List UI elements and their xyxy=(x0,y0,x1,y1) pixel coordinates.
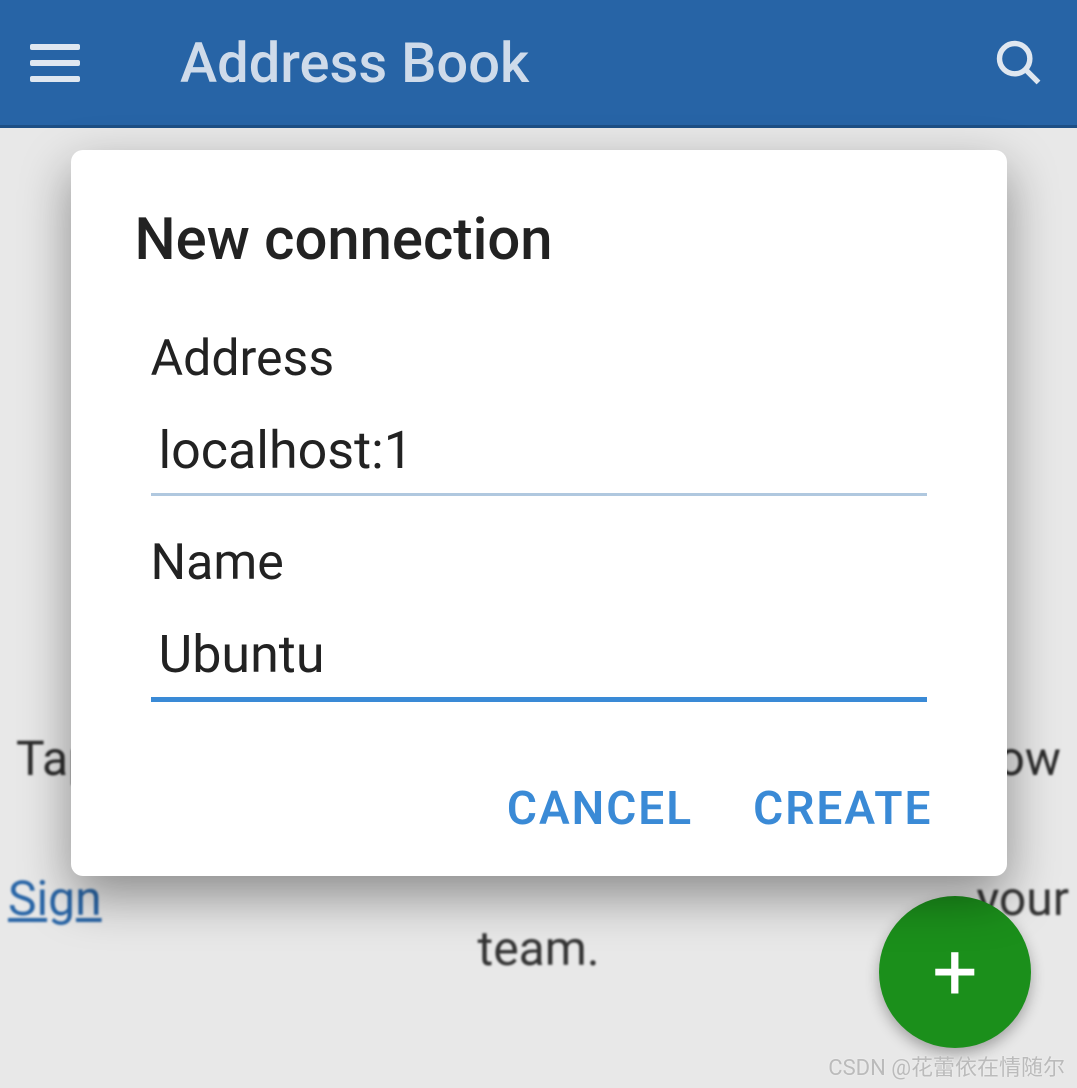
dialog-overlay: New connection Address Name CANCEL CREAT… xyxy=(0,0,1077,1088)
name-input[interactable] xyxy=(151,616,927,702)
dialog-title: New connection xyxy=(135,206,943,274)
create-button[interactable]: CREATE xyxy=(753,782,932,836)
address-input[interactable] xyxy=(151,412,927,496)
address-field-group: Address xyxy=(151,330,927,496)
cancel-button[interactable]: CANCEL xyxy=(507,782,693,836)
name-label: Name xyxy=(151,534,927,592)
new-connection-dialog: New connection Address Name CANCEL CREAT… xyxy=(71,150,1007,876)
dialog-actions: CANCEL CREATE xyxy=(135,782,943,836)
address-label: Address xyxy=(151,330,927,388)
watermark-text: CSDN @花蕾依在情随尔 xyxy=(828,1050,1065,1082)
name-field-group: Name xyxy=(151,534,927,702)
